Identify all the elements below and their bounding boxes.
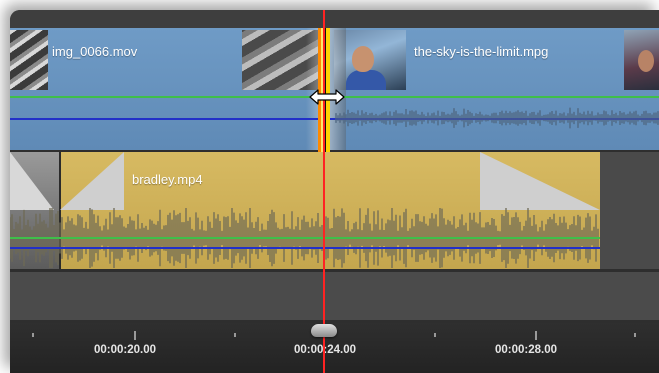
ruler-tick (535, 331, 537, 340)
ruler-tick (134, 331, 136, 340)
empty-track[interactable] (10, 272, 659, 322)
clip-title: bradley.mp4 (132, 172, 203, 187)
audio-track[interactable]: bradley.mp4 (10, 152, 659, 269)
playhead-line[interactable] (323, 10, 325, 373)
fade-in-handle[interactable] (60, 152, 124, 210)
audio-waveform (335, 107, 659, 129)
pan-line[interactable] (10, 247, 600, 249)
fade-handle[interactable] (10, 152, 54, 210)
playhead-handle-icon[interactable] (311, 324, 337, 337)
clip-thumbnail (10, 30, 48, 90)
timecode-label: 00:00:20.00 (94, 344, 157, 356)
video-track[interactable]: img_0066.mov the-sky-is-the-limit.mpg (10, 10, 659, 152)
ruler-tick (234, 333, 236, 337)
app-frame: img_0066.mov the-sky-is-the-limit.mpg br… (0, 0, 659, 373)
timecode-label: 00:00:28.00 (495, 344, 558, 356)
fade-out-handle[interactable] (480, 152, 600, 210)
ruler-tick (32, 333, 34, 337)
resize-horizontal-icon (309, 89, 345, 105)
thumbnail-figure-head (352, 46, 374, 72)
video-clip-bradley[interactable]: bradley.mp4 (10, 152, 600, 269)
clip-title: the-sky-is-the-limit.mpg (414, 44, 549, 59)
timeline-panel: img_0066.mov the-sky-is-the-limit.mpg br… (10, 10, 659, 373)
ruler-tick (434, 333, 436, 337)
thumbnail-figure-head (638, 50, 654, 72)
clip-title: img_0066.mov (52, 44, 138, 59)
ruler-tick (634, 333, 636, 337)
volume-line[interactable] (10, 237, 600, 239)
clip-thumbnail (624, 30, 659, 90)
timecode-label: 00:00:24.00 (294, 344, 357, 356)
thumbnail-figure (346, 70, 386, 90)
